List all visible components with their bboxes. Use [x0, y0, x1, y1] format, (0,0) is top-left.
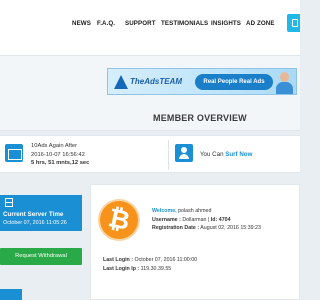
surf-now-link[interactable]: Surf Now — [225, 151, 252, 158]
calendar-icon — [5, 144, 23, 162]
bitcoin-icon: ₿ — [100, 201, 138, 239]
ad-banner[interactable]: TheAdsTEAM Real People Real Ads — [107, 68, 297, 95]
last-login-label: Last Login : — [103, 257, 134, 263]
last-login-value: October 07, 2016 11:00:00 — [133, 257, 198, 263]
nav-support[interactable]: SUPPORT — [125, 20, 156, 27]
left-panel: Current Server Time October 07, 2016 11:… — [0, 181, 82, 300]
countdown-timer: 5 hrs, 51 mnts,12 sec — [31, 159, 89, 168]
profile-info: Welcome, polash ahmed Username : Dollarm… — [152, 207, 261, 233]
page-title: MEMBER OVERVIEW — [153, 113, 247, 123]
ads-line1: 10Ads Again After — [31, 143, 78, 149]
top-navbar: NEWS F.A.Q. SUPPORT TESTIMONIALS INSIGHT… — [0, 0, 300, 55]
request-withdrawal-button[interactable]: Request Withdrawal — [0, 248, 82, 265]
welcome-label: Welcome, — [152, 208, 177, 214]
surf-prefix: You Can — [200, 151, 226, 158]
nav-testimonials[interactable]: TESTIMONIALS — [161, 20, 208, 27]
nav-ad-zone[interactable]: AD ZONE — [246, 20, 275, 27]
server-time-value: October 07, 2016 11:05:26 — [3, 220, 67, 226]
countdown-seconds-unit: sec — [78, 160, 90, 166]
countdown-hours-unit: hrs, — [34, 160, 49, 166]
server-icon — [5, 198, 13, 207]
username-label: Username : — [152, 216, 181, 223]
divider — [168, 140, 169, 170]
ads-line2: 2016-10-07 16:56:42 — [31, 151, 85, 158]
overview-header: MEMBER OVERVIEW — [0, 105, 300, 131]
welcome-name: polash ahmed — [176, 208, 212, 214]
banner-tagline: Real People Real Ads — [195, 74, 273, 90]
nav-insights[interactable]: INSIGHTS — [211, 20, 241, 27]
brand-logo-icon — [114, 75, 128, 89]
nav-news[interactable]: NEWS — [72, 20, 91, 27]
username-value: Dollarman — [180, 216, 207, 223]
last-login-ip-value: 119.30.39.55 — [139, 265, 172, 272]
menu-tile[interactable] — [0, 289, 22, 300]
registration-date-value: August 02, 2016 15:39:23 — [199, 225, 261, 231]
banner-brand: TheAdsTEAM — [130, 77, 182, 86]
banner-area: TheAdsTEAM Real People Real Ads — [0, 55, 300, 105]
server-time-box: Current Server Time October 07, 2016 11:… — [0, 195, 82, 231]
person-icon — [175, 144, 193, 162]
banner-person-image — [275, 72, 293, 94]
surf-status: You Can Surf Now — [200, 151, 252, 158]
toolbar-tab-icon[interactable] — [287, 14, 300, 32]
server-time-title: Current Server Time — [3, 211, 64, 218]
last-login-ip-label: Last Login Ip : — [103, 265, 140, 272]
profile-card: ₿ Welcome, polash ahmed Username : Dolla… — [90, 184, 300, 300]
stats-row: 10Ads Again After 2016-10-07 16:56:42 5 … — [0, 135, 300, 173]
ads-countdown: 10Ads Again After 2016-10-07 16:56:42 5 … — [31, 142, 89, 168]
countdown-minutes-unit: mnts, — [54, 160, 72, 166]
registration-date-label: Registration Date : — [152, 225, 200, 231]
id-value: 4704 — [217, 216, 231, 223]
nav-faq[interactable]: F.A.Q. — [97, 20, 115, 27]
login-info: Last Login : October 07, 2016 11:00:00 L… — [103, 256, 197, 273]
